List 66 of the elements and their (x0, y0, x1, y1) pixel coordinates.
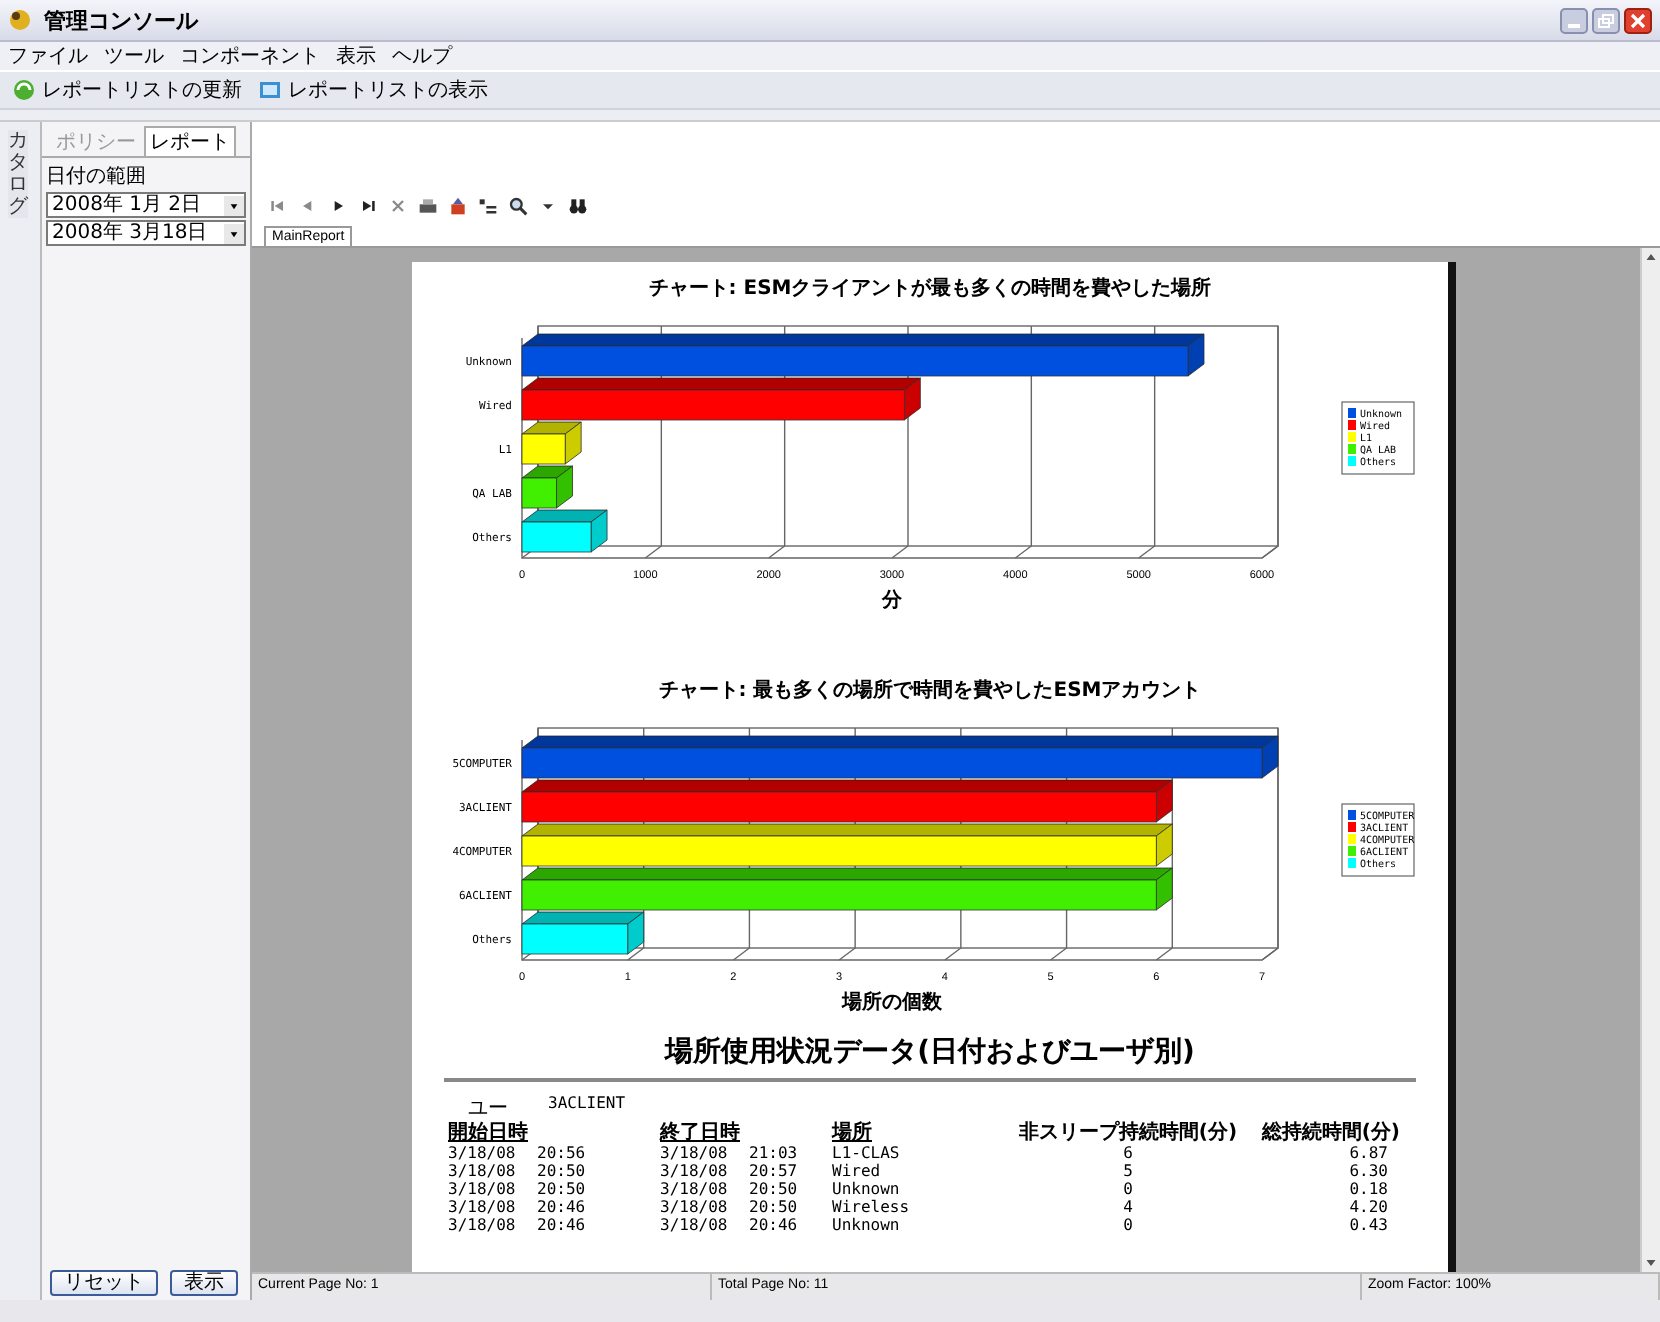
report-title: 場所使用状況データ(日付およびユーザ別) (662, 1034, 1197, 1070)
panel-button[interactable]: 表示 (170, 1270, 238, 1296)
table-cell-text: 3/18/08 20:50 (660, 1180, 800, 1198)
table-cell-text: 3/18/08 20:50 (448, 1162, 588, 1180)
legend-box (1341, 803, 1415, 877)
table-cell-text: 3/18/08 20:46 (448, 1216, 588, 1234)
table-cell-text: 0 (1121, 1180, 1135, 1198)
table-cell-text: 0 (1121, 1216, 1135, 1234)
menu-item[interactable]: ファイル (8, 42, 88, 70)
table-cell-text: 0.43 (1347, 1216, 1390, 1234)
legend-box (1341, 401, 1415, 475)
table-cell-text: 0.18 (1347, 1180, 1390, 1198)
table-cell-text: 6 (1121, 1144, 1135, 1162)
scrollbar[interactable] (1640, 248, 1660, 1272)
column-header: 終了日時 (660, 1122, 742, 1144)
table-cell-text: 3/18/08 21:03 (660, 1144, 800, 1162)
table-cell-text: Wired (832, 1162, 883, 1180)
table-cell-text: 3/18/08 20:50 (448, 1180, 588, 1198)
axis-title: 場所の個数 (842, 992, 942, 1014)
table-cell-text: 3/18/08 20:57 (660, 1162, 800, 1180)
window-title: 管理コンソール (44, 5, 200, 35)
menu-item[interactable]: ヘルプ (392, 42, 452, 70)
refresh-icon (12, 78, 36, 102)
toolbar-button[interactable]: レポートリストの表示 (254, 74, 492, 106)
table-cell-text: L1-CLAS (832, 1144, 902, 1162)
table-cell-text: 5 (1121, 1162, 1135, 1180)
axis-title: 分 (882, 590, 902, 612)
panel-button[interactable]: リセット (50, 1270, 158, 1296)
table-cell-text: 6.30 (1347, 1162, 1390, 1180)
close-button[interactable] (1624, 7, 1652, 33)
user-label: ユー (468, 1096, 508, 1121)
menu-item[interactable]: ツール (104, 42, 164, 70)
date-dropdown[interactable]: 2008年 3月18日 (46, 220, 246, 246)
table-cell-text: 6.87 (1347, 1144, 1390, 1162)
table-cell-text: Unknown (832, 1216, 902, 1234)
document-icon (258, 78, 282, 102)
table-cell-text: 4 (1121, 1198, 1135, 1216)
minimize-button[interactable] (1560, 7, 1588, 33)
chart-title: チャート: 最も多くの場所で時間を費やしたESMアカウント (656, 677, 1204, 704)
table-cell-text: 3/18/08 20:46 (660, 1216, 800, 1234)
app-icon (8, 8, 32, 32)
panel-tab[interactable]: レポート (144, 126, 236, 156)
binoculars-icon[interactable] (568, 196, 588, 216)
column-header: 総持続時間(分) (1259, 1122, 1400, 1144)
side-tab[interactable]: カタログ (8, 130, 28, 218)
table-cell-text: Wireless (832, 1198, 912, 1216)
column-header: 開始日時 (448, 1122, 530, 1144)
menu-item[interactable]: コンポーネント (180, 42, 320, 70)
toolbar-button[interactable]: レポートリストの更新 (8, 74, 246, 106)
table-cell-text: 4.20 (1347, 1198, 1390, 1216)
date-range-label: 日付の範囲 (44, 164, 148, 190)
column-header: 非スリープ持続時間(分) (1016, 1122, 1240, 1144)
column-header: 場所 (832, 1122, 874, 1144)
first-page-icon[interactable] (268, 196, 288, 216)
table-cell-text: 3/18/08 20:46 (448, 1198, 588, 1216)
date-dropdown[interactable]: 2008年 1月 2日 (46, 192, 246, 218)
zoom-icon[interactable] (508, 196, 528, 216)
last-page-icon[interactable] (358, 196, 378, 216)
table-cell-text: 3/18/08 20:56 (448, 1144, 588, 1162)
menu-item[interactable]: 表示 (336, 42, 376, 70)
chart-title: チャート: ESMクライアントが最も多くの時間を費やした場所 (646, 275, 1214, 302)
stop-icon[interactable] (388, 196, 408, 216)
user-name: 3ACLIENT (548, 1094, 626, 1116)
print-icon[interactable] (418, 196, 438, 216)
table-cell-text: Unknown (832, 1180, 902, 1198)
table-cell-text: 3/18/08 20:50 (660, 1198, 800, 1216)
